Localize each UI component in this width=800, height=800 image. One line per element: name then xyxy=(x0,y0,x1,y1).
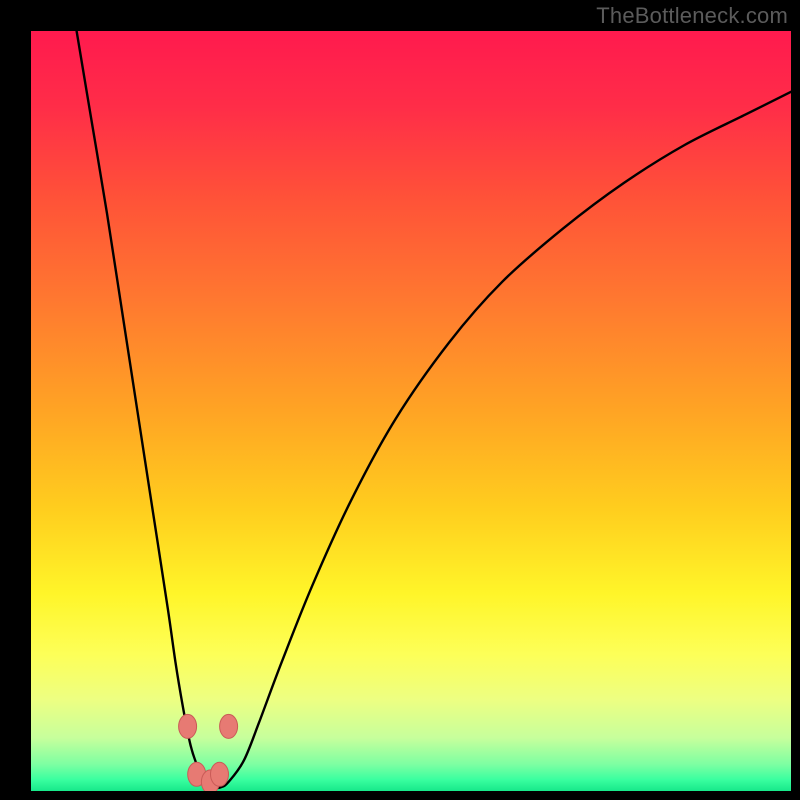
sweet-spot-markers xyxy=(179,714,238,791)
bottleneck-curve xyxy=(77,31,791,788)
watermark-text: TheBottleneck.com xyxy=(596,3,788,29)
marker-dot xyxy=(220,714,238,738)
marker-dot xyxy=(211,762,229,786)
curve-layer xyxy=(31,31,791,791)
chart-frame: TheBottleneck.com xyxy=(0,0,800,800)
marker-dot xyxy=(179,714,197,738)
plot-area xyxy=(31,31,791,791)
